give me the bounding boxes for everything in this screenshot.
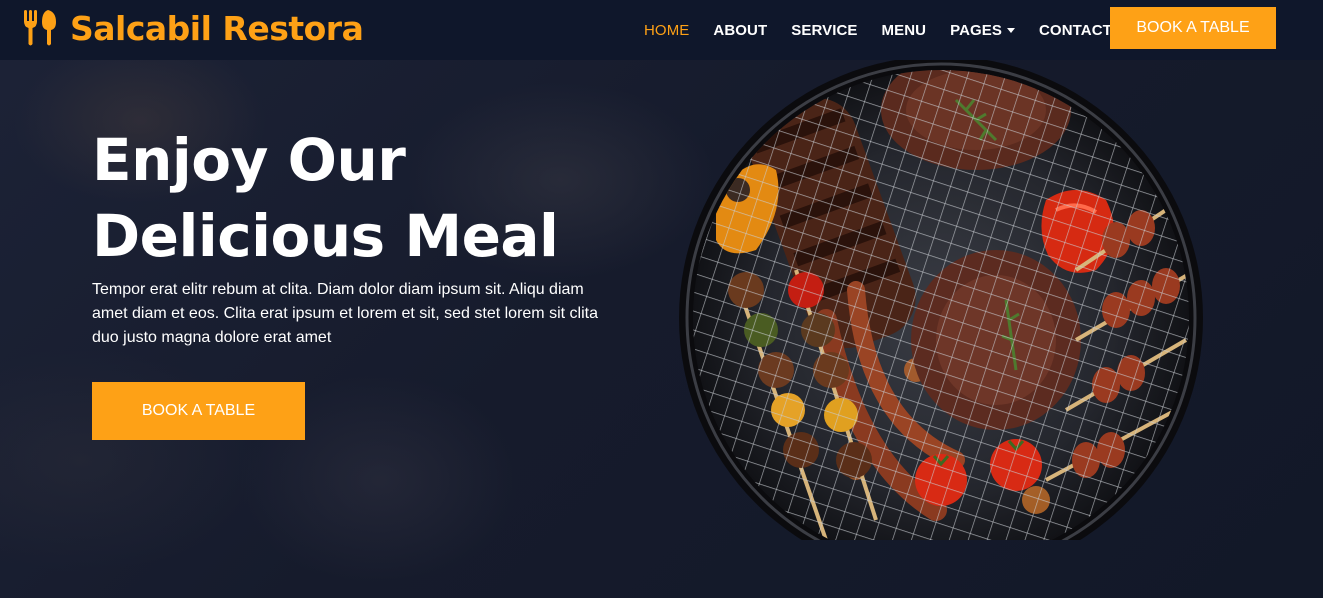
navbar: Salcabil Restora Home About Service Menu…: [0, 0, 1323, 60]
nav-menu[interactable]: Menu: [870, 0, 939, 60]
nav-service[interactable]: Service: [779, 0, 869, 60]
nav-pages-label: Pages: [950, 21, 1002, 39]
nav-menu: Home About Service Menu Pages Contact: [632, 0, 1124, 60]
utensils-icon: [24, 10, 56, 46]
brand-name: Salcabil Restora: [70, 8, 364, 48]
nav-about[interactable]: About: [701, 0, 779, 60]
grilled-meat-barbecue-image: [679, 60, 1203, 540]
nav-home[interactable]: Home: [632, 0, 701, 60]
nav-pages-dropdown[interactable]: Pages: [938, 0, 1027, 60]
brand-logo[interactable]: Salcabil Restora: [22, 6, 364, 50]
book-table-hero-button[interactable]: Book A Table: [92, 382, 305, 440]
hero-title-line2: Delicious Meal: [92, 202, 559, 270]
chevron-down-icon: [1007, 27, 1015, 33]
hero-description: Tempor erat elitr rebum at clita. Diam d…: [92, 281, 598, 346]
hero-title-line1: Enjoy Our: [92, 126, 406, 194]
hero-section: Enjoy Our Delicious Meal Tempor erat eli…: [0, 60, 1323, 598]
hero-title: Enjoy Our Delicious Meal: [92, 122, 652, 274]
book-table-nav-button[interactable]: Book A Table: [1110, 7, 1276, 49]
